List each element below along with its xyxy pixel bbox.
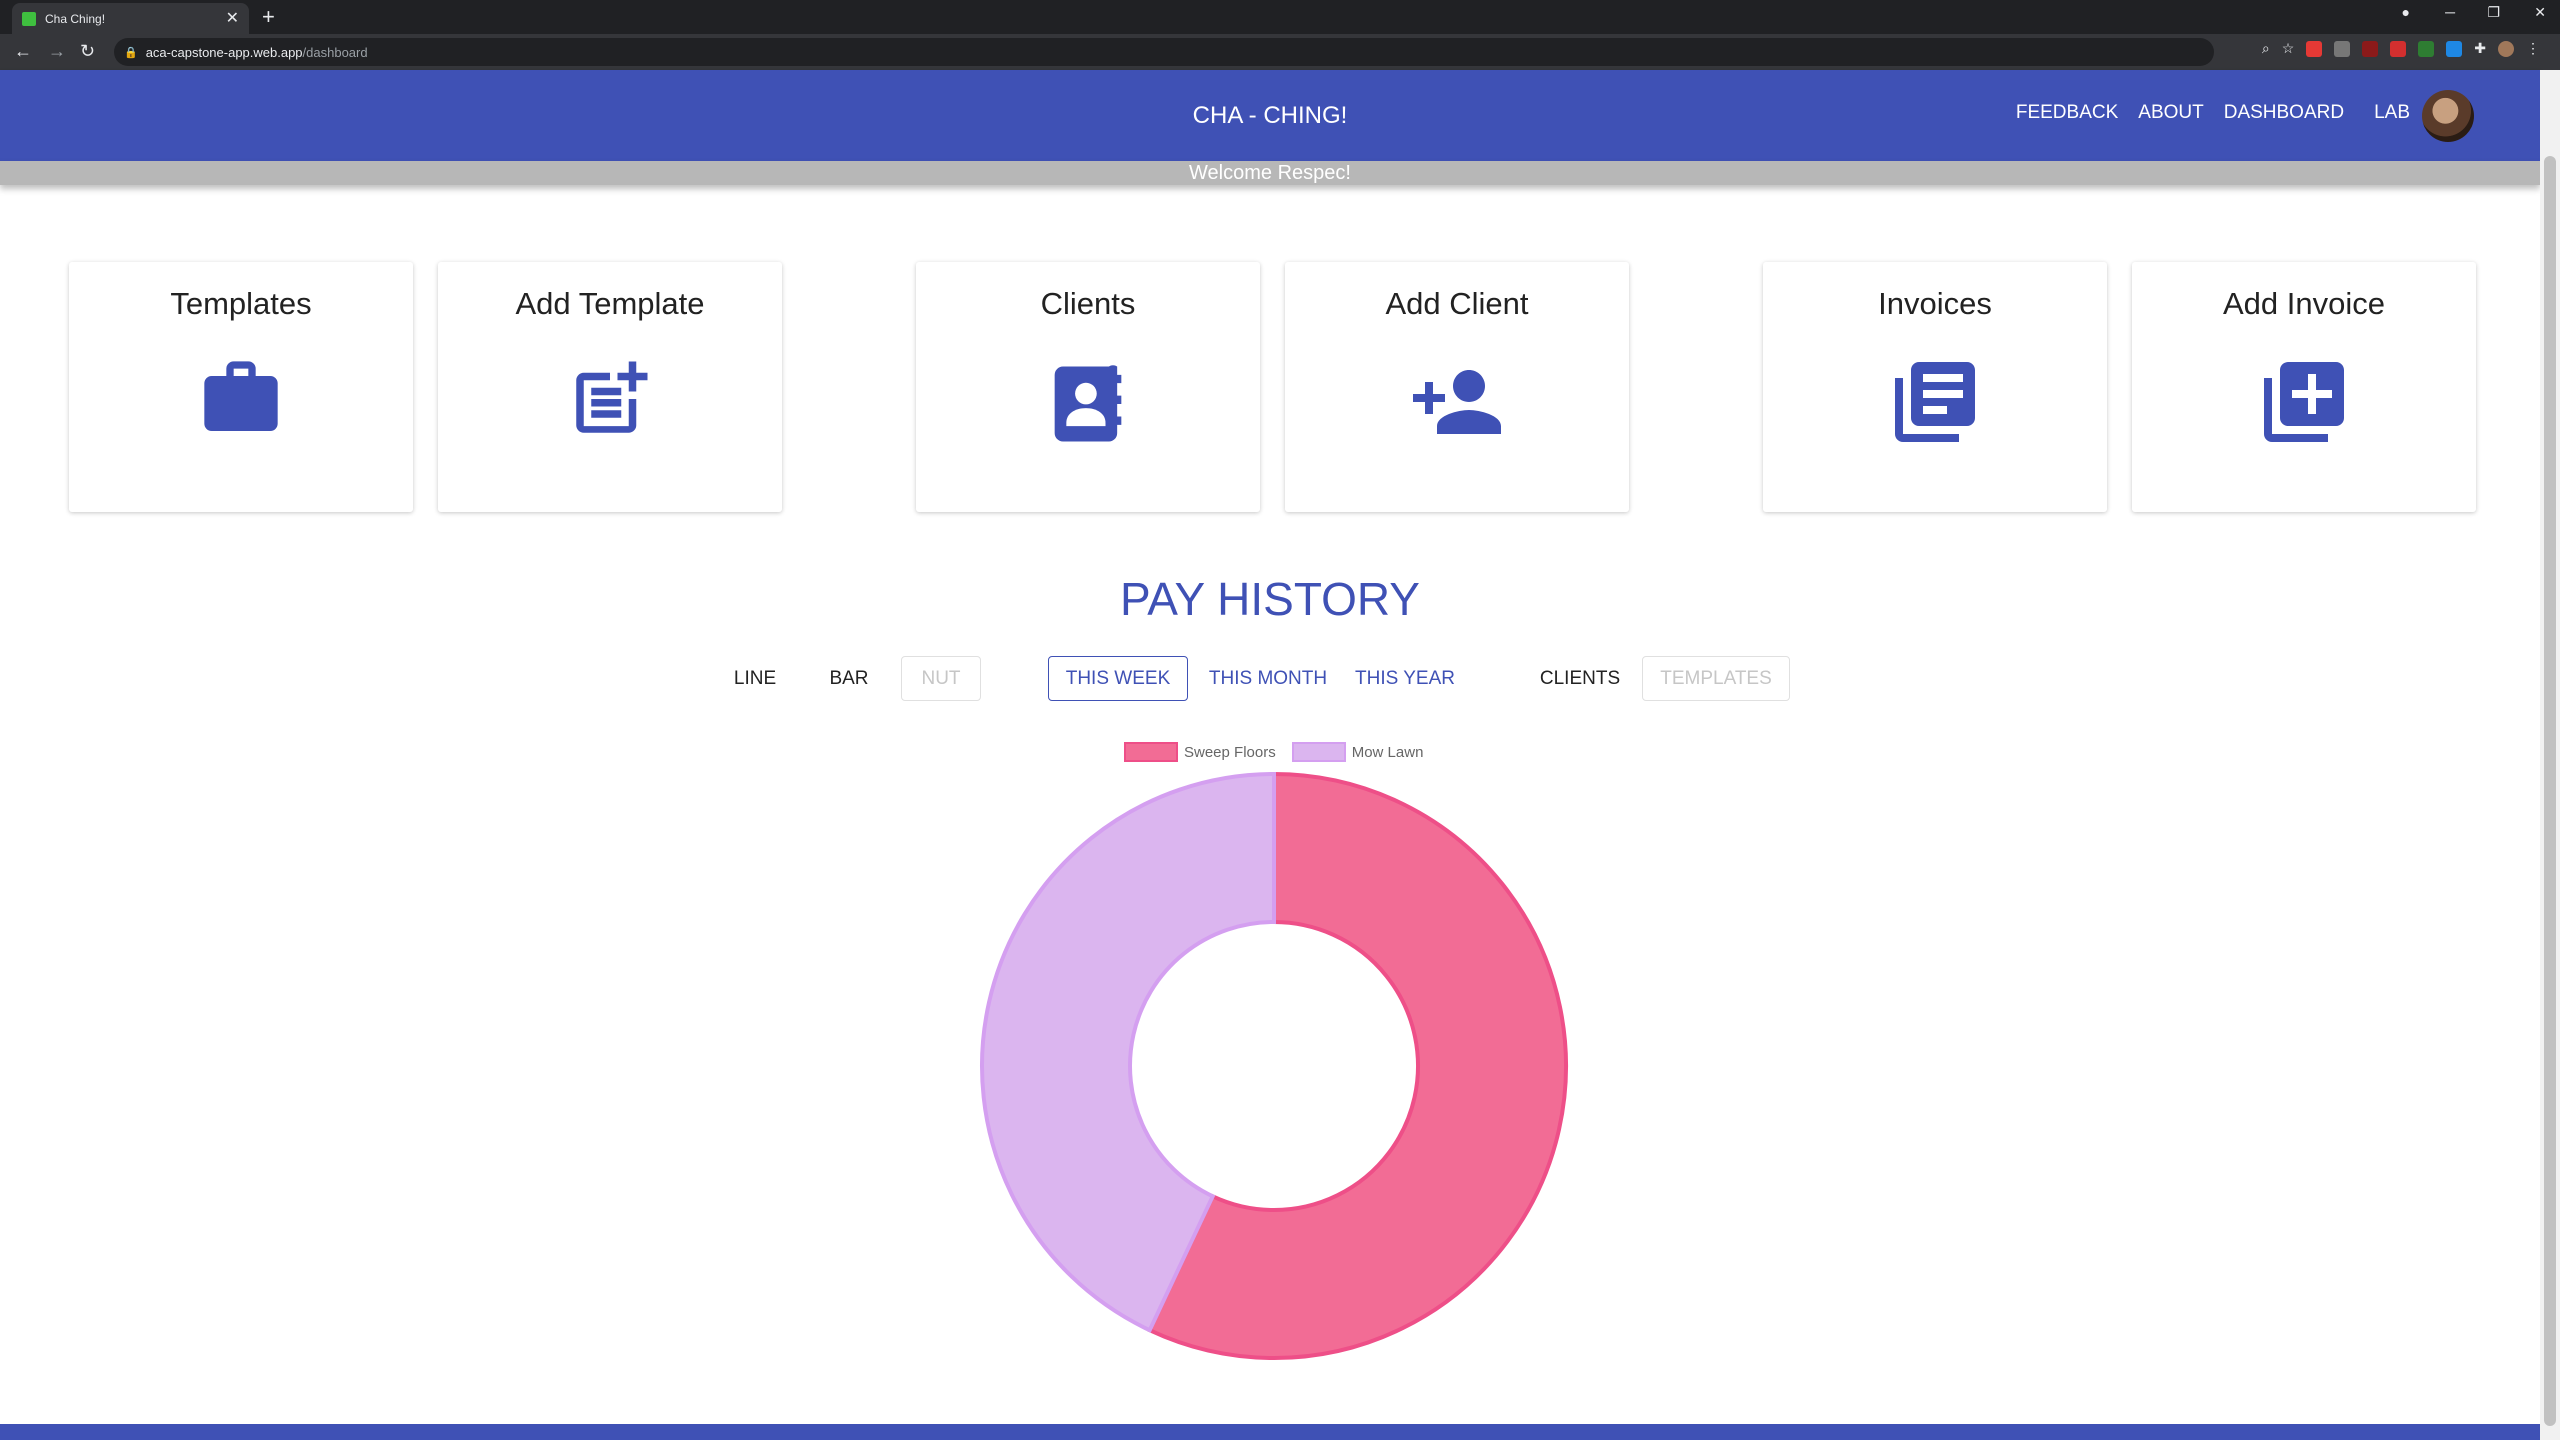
legend-label[interactable]: Mow Lawn [1352,744,1424,761]
group-clients-button[interactable]: CLIENTS [1528,656,1632,701]
footer-bar [0,1424,2540,1440]
card-add-client[interactable]: Add Client [1285,262,1629,512]
back-icon[interactable]: ← [14,41,32,61]
nav-lab[interactable]: LAB [2374,102,2410,124]
nav-dashboard[interactable]: DASHBOARD [2224,102,2344,124]
zoom-icon[interactable]: ⌕ [2262,40,2270,57]
browser-tabstrip: Cha Ching! ✕ + ● ─ ❐ ✕ [0,0,2560,34]
briefcase-icon [197,354,285,447]
card-clients[interactable]: Clients [916,262,1260,512]
group-templates-button[interactable]: TEMPLATES [1642,656,1790,701]
scrollbar-thumb[interactable] [2544,156,2556,1426]
profile-menu-icon[interactable]: ● [2402,4,2410,20]
chart-type-line-button[interactable]: LINE [716,656,794,701]
card-title: Add Template [515,286,705,321]
puzzle-icon[interactable]: ✚ [2474,40,2486,57]
url-path: /dashboard [302,44,368,60]
nav-links: FEEDBACK ABOUT DASHBOARD LAB [2016,102,2410,124]
browser-tab[interactable]: Cha Ching! ✕ [12,3,249,34]
legend-swatch-sweep [1124,742,1178,762]
browser-toolbar: ← → ↻ 🔒 aca-capstone-app.web.app/dashboa… [0,34,2560,70]
tab-title: Cha Ching! [45,11,106,26]
bookmark-star-icon[interactable]: ☆ [2282,40,2295,57]
nav-about[interactable]: ABOUT [2138,102,2203,124]
forward-icon[interactable]: → [48,41,66,61]
app-header: CHA - CHING! FEEDBACK ABOUT DASHBOARD LA… [0,70,2540,161]
tab-close-icon[interactable]: ✕ [226,10,239,27]
kebab-menu-icon[interactable]: ⋮ [2526,40,2540,57]
chart-type-bar-button[interactable]: BAR [810,656,888,701]
library-add-icon [2256,354,2352,455]
card-add-invoice[interactable]: Add Invoice [2132,262,2476,512]
extension-icon[interactable] [2418,40,2435,57]
card-invoices[interactable]: Invoices [1763,262,2107,512]
extension-icon[interactable] [2334,40,2351,57]
welcome-banner: Welcome Respec! [0,161,2540,185]
extension-icon[interactable] [2306,40,2323,57]
legend-label[interactable]: Sweep Floors [1184,744,1276,761]
address-bar[interactable]: 🔒 aca-capstone-app.web.app/dashboard [114,38,2214,66]
restore-icon[interactable]: ❐ [2487,4,2500,21]
pay-history-title: PAY HISTORY [1120,573,1420,625]
range-this-month-button[interactable]: THIS MONTH [1198,656,1338,701]
card-add-template[interactable]: Add Template [438,262,782,512]
contacts-book-icon [1038,354,1138,459]
range-this-week-button[interactable]: THIS WEEK [1048,656,1188,701]
card-title: Templates [170,286,312,321]
chart-legend: Sweep Floors Mow Lawn [1124,742,1423,762]
library-books-icon [1887,354,1983,455]
extensions-area: ⌕ ☆ ✚ ⋮ [2262,40,2540,57]
chart-type-nut-button[interactable]: NUT [901,656,981,701]
favicon-icon [22,11,36,26]
profile-avatar-icon[interactable] [2498,40,2514,57]
extension-icon[interactable] [2362,40,2379,57]
person-add-icon [1409,354,1505,455]
card-templates[interactable]: Templates [69,262,413,512]
close-window-icon[interactable]: ✕ [2534,4,2546,21]
new-tab-button[interactable]: + [262,6,275,28]
range-this-year-button[interactable]: THIS YEAR [1345,656,1465,701]
card-title: Add Invoice [2223,286,2385,321]
nav-feedback[interactable]: FEEDBACK [2016,102,2118,124]
extension-icon[interactable] [2446,40,2463,57]
card-title: Invoices [1878,286,1992,321]
card-title: Clients [1040,286,1136,321]
lock-icon: 🔒 [124,46,138,59]
donut-chart [980,771,1568,1360]
legend-swatch-mow [1291,742,1346,762]
post-add-icon [565,354,655,449]
avatar[interactable] [2422,90,2474,142]
reload-icon[interactable]: ↻ [80,41,95,61]
extension-icon[interactable] [2390,40,2407,57]
url-host: aca-capstone-app.web.app [145,44,303,60]
scrollbar[interactable] [2540,70,2560,1440]
minimize-icon[interactable]: ─ [2445,4,2455,20]
card-title: Add Client [1385,286,1529,321]
